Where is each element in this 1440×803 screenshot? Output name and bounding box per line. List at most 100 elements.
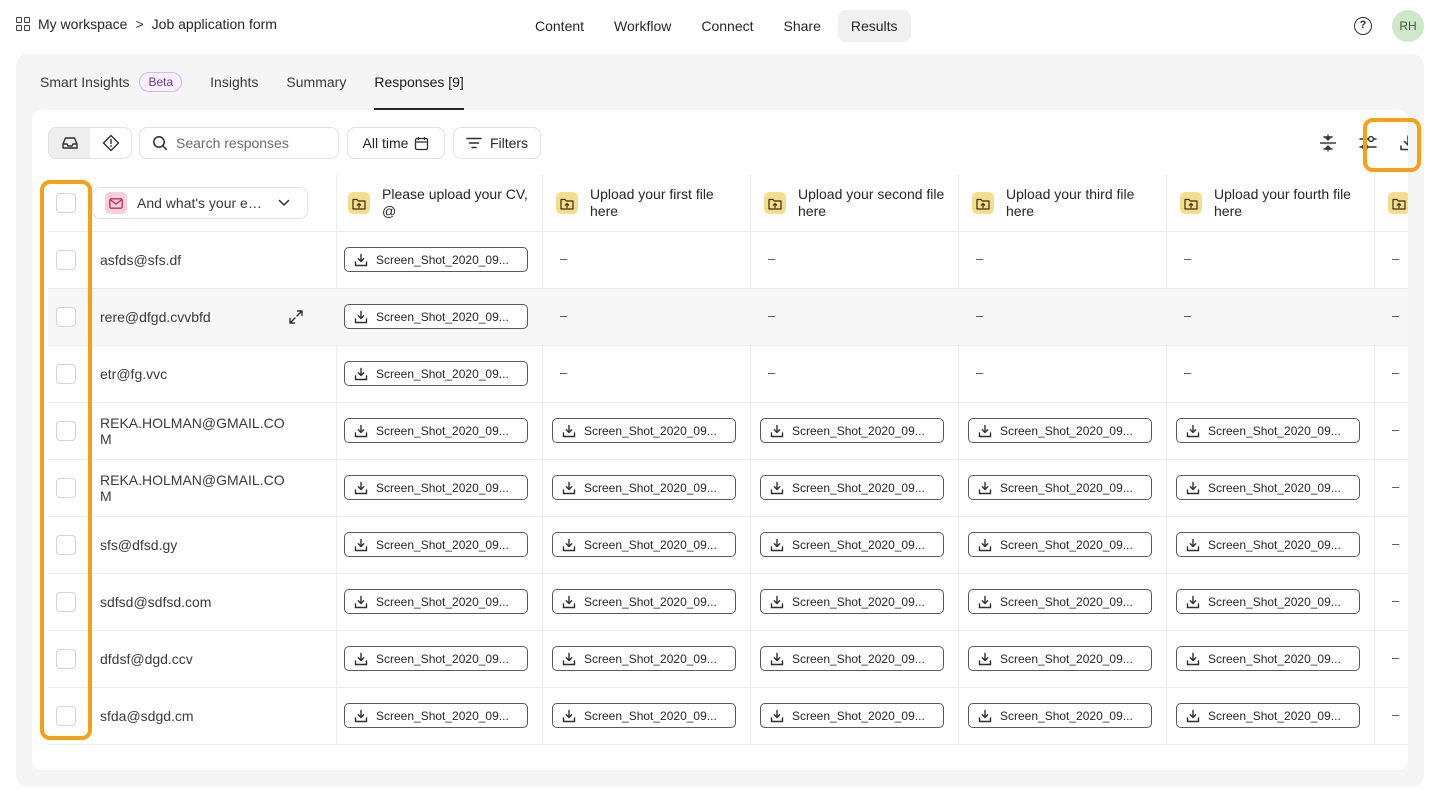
- file-download-button[interactable]: Screen_Shot_2020_09...: [552, 703, 736, 728]
- avatar[interactable]: RH: [1392, 10, 1424, 42]
- file-download-button[interactable]: Screen_Shot_2020_09...: [968, 589, 1152, 614]
- tab-smart-insights[interactable]: Smart Insights Beta: [40, 54, 183, 110]
- email-column-selector[interactable]: And what's your e…: [92, 187, 308, 219]
- file-upload-icon: [1180, 192, 1202, 214]
- file-download-button[interactable]: Screen_Shot_2020_09...: [552, 646, 736, 671]
- table-row[interactable]: asfds@sfs.df Screen_Shot_2020_09... – – – – –: [48, 232, 1408, 289]
- empty-cell: –: [1392, 593, 1400, 608]
- logic-view-button[interactable]: [90, 128, 131, 158]
- file-upload-icon: [348, 192, 370, 214]
- column-header-more[interactable]: [1388, 175, 1408, 231]
- column-header-fourth-file[interactable]: Upload your fourth file here: [1180, 175, 1364, 231]
- file-download-button[interactable]: Screen_Shot_2020_09...: [344, 589, 528, 614]
- empty-cell: –: [1392, 707, 1400, 722]
- file-download-button[interactable]: Screen_Shot_2020_09...: [968, 646, 1152, 671]
- column-header-third-file[interactable]: Upload your third file here: [972, 175, 1156, 231]
- download-icon: [978, 424, 992, 437]
- table-row[interactable]: sfs@dfsd.gy Screen_Shot_2020_09... Screen_…: [48, 517, 1408, 574]
- file-name: Screen_Shot_2020_09...: [376, 480, 509, 495]
- search-box[interactable]: [139, 127, 339, 159]
- download-icon: [354, 424, 368, 437]
- file-download-button[interactable]: Screen_Shot_2020_09...: [760, 646, 944, 671]
- column-header-second-file[interactable]: Upload your second file here: [764, 175, 948, 231]
- filters-button[interactable]: Filters: [453, 127, 541, 159]
- file-download-button[interactable]: Screen_Shot_2020_09...: [344, 532, 528, 557]
- empty-cell: –: [560, 365, 568, 380]
- time-range-button[interactable]: All time: [347, 127, 445, 159]
- file-download-button[interactable]: Screen_Shot_2020_09...: [552, 589, 736, 614]
- table-row[interactable]: sdfsd@sdfsd.com Screen_Shot_2020_09... Scr…: [48, 574, 1408, 631]
- file-name: Screen_Shot_2020_09...: [792, 651, 925, 666]
- breadcrumb-workspace[interactable]: My workspace: [38, 16, 127, 32]
- nav-results[interactable]: Results: [837, 10, 911, 42]
- file-download-button[interactable]: Screen_Shot_2020_09...: [344, 646, 528, 671]
- download-icon: [562, 652, 576, 665]
- file-download-button[interactable]: Screen_Shot_2020_09...: [552, 532, 736, 557]
- file-download-button[interactable]: Screen_Shot_2020_09...: [552, 418, 736, 443]
- file-download-button[interactable]: Screen_Shot_2020_09...: [968, 703, 1152, 728]
- empty-cell: –: [560, 308, 568, 323]
- file-name: Screen_Shot_2020_09...: [1208, 651, 1341, 666]
- empty-cell: –: [1184, 251, 1192, 266]
- file-download-button[interactable]: Screen_Shot_2020_09...: [760, 418, 944, 443]
- file-download-button[interactable]: Screen_Shot_2020_09...: [344, 418, 528, 443]
- column-header-first-file[interactable]: Upload your first file here: [556, 175, 740, 231]
- file-download-button[interactable]: Screen_Shot_2020_09...: [344, 475, 528, 500]
- breadcrumb-form[interactable]: Job application form: [152, 16, 277, 32]
- file-download-button[interactable]: Screen_Shot_2020_09...: [344, 703, 528, 728]
- table-row[interactable]: etr@fg.vvc Screen_Shot_2020_09... – – – – –: [48, 346, 1408, 403]
- top-bar: My workspace > Job application form Cont…: [0, 0, 1440, 52]
- file-download-button[interactable]: Screen_Shot_2020_09...: [1176, 646, 1360, 671]
- inbox-view-button[interactable]: [49, 128, 90, 158]
- file-download-button[interactable]: Screen_Shot_2020_09...: [1176, 418, 1360, 443]
- download-icon: [770, 595, 784, 608]
- column-header-cv[interactable]: Please upload your CV, @: [348, 175, 532, 231]
- file-name: Screen_Shot_2020_09...: [376, 309, 509, 324]
- nav-content[interactable]: Content: [522, 10, 597, 42]
- download-icon: [354, 310, 368, 323]
- table-row[interactable]: REKA.HOLMAN@GMAIL.COM Screen_Shot_2020_09…: [48, 403, 1408, 460]
- search-input[interactable]: [176, 135, 326, 151]
- table-row[interactable]: sfda@sdgd.cm Screen_Shot_2020_09... Screen…: [48, 688, 1408, 745]
- responses-card: All time Filters: [32, 110, 1408, 770]
- file-download-button[interactable]: Screen_Shot_2020_09...: [760, 532, 944, 557]
- file-download-button[interactable]: Screen_Shot_2020_09...: [1176, 589, 1360, 614]
- table-row[interactable]: dfdsf@dgd.ccv Screen_Shot_2020_09... Scree…: [48, 631, 1408, 688]
- tab-insights[interactable]: Insights: [210, 54, 258, 110]
- download-icon: [354, 481, 368, 494]
- file-download-button[interactable]: Screen_Shot_2020_09...: [344, 247, 528, 272]
- file-download-button[interactable]: Screen_Shot_2020_09...: [968, 418, 1152, 443]
- workspace-grid-icon[interactable]: [16, 17, 30, 31]
- file-download-button[interactable]: Screen_Shot_2020_09...: [1176, 703, 1360, 728]
- empty-cell: –: [1392, 536, 1400, 551]
- file-download-button[interactable]: Screen_Shot_2020_09...: [760, 703, 944, 728]
- file-download-button[interactable]: Screen_Shot_2020_09...: [344, 361, 528, 386]
- download-icon: [354, 253, 368, 266]
- file-download-button[interactable]: Screen_Shot_2020_09...: [1176, 475, 1360, 500]
- download-icon: [978, 595, 992, 608]
- empty-cell: –: [1184, 365, 1192, 380]
- expand-icon[interactable]: [288, 309, 304, 328]
- file-download-button[interactable]: Screen_Shot_2020_09...: [760, 475, 944, 500]
- download-icon: [770, 709, 784, 722]
- download-icon: [562, 709, 576, 722]
- file-download-button[interactable]: Screen_Shot_2020_09...: [760, 589, 944, 614]
- nav-connect[interactable]: Connect: [688, 10, 766, 42]
- table-row[interactable]: rere@dfgd.cvvbfd Screen_Shot_2020_09... – –…: [48, 289, 1408, 346]
- row-height-button[interactable]: [1317, 132, 1339, 154]
- file-download-button[interactable]: Screen_Shot_2020_09...: [968, 475, 1152, 500]
- download-icon: [978, 538, 992, 551]
- nav-share[interactable]: Share: [771, 10, 834, 42]
- help-icon[interactable]: ?: [1354, 17, 1372, 35]
- nav-workflow[interactable]: Workflow: [601, 10, 684, 42]
- table-row[interactable]: REKA.HOLMAN@GMAIL.COM Screen_Shot_2020_09…: [48, 460, 1408, 517]
- file-download-button[interactable]: Screen_Shot_2020_09...: [968, 532, 1152, 557]
- file-download-button[interactable]: Screen_Shot_2020_09...: [552, 475, 736, 500]
- tab-responses[interactable]: Responses [9]: [374, 54, 464, 110]
- file-name: Screen_Shot_2020_09...: [376, 708, 509, 723]
- file-download-button[interactable]: Screen_Shot_2020_09...: [1176, 532, 1360, 557]
- file-download-button[interactable]: Screen_Shot_2020_09...: [344, 304, 528, 329]
- tab-summary[interactable]: Summary: [286, 54, 346, 110]
- file-name: Screen_Shot_2020_09...: [376, 651, 509, 666]
- file-upload-icon: [556, 192, 578, 214]
